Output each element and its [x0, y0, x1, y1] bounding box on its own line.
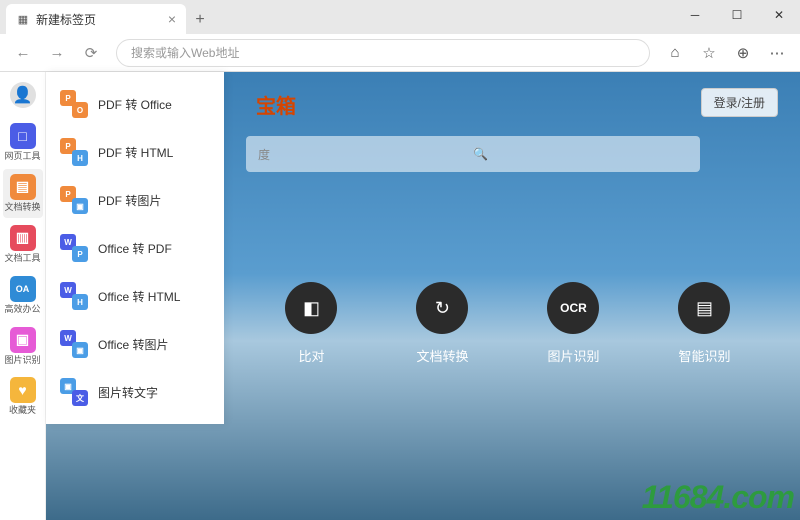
brand-text: 宝箱 [256, 90, 296, 119]
ocr-icon: OCR [547, 282, 599, 334]
flyout-label: PDF 转图片 [98, 192, 161, 209]
forward-button[interactable]: → [42, 38, 72, 68]
flyout-office-to-pdf[interactable]: WP Office 转 PDF [52, 224, 218, 272]
doctools-icon: ▥ [10, 225, 36, 251]
fav-icon: ♥ [10, 377, 36, 403]
sidebar-label: 文档转换 [4, 203, 40, 213]
flyout-office-to-img[interactable]: W▣ Office 转图片 [52, 320, 218, 368]
tile-label: 比对 [298, 346, 324, 365]
feature-tiles: ◧ 比对 ↻ 文档转换 OCR 图片识别 ▤ 智能识别 [246, 282, 770, 365]
flyout-label: Office 转 HTML [98, 288, 180, 305]
close-button[interactable]: ✕ [758, 0, 800, 30]
login-button[interactable]: 登录/注册 [701, 88, 778, 117]
docconvert-flyout: PO PDF 转 Office PH PDF 转 HTML P▣ PDF 转图片… [46, 72, 224, 424]
watermark: 11684.com [642, 479, 794, 516]
tab-title: 新建标签页 [36, 11, 96, 28]
flyout-label: PDF 转 HTML [98, 144, 173, 161]
back-button[interactable]: ← [8, 38, 38, 68]
address-placeholder: 搜索或输入Web地址 [131, 44, 239, 61]
flyout-pdf-to-html[interactable]: PH PDF 转 HTML [52, 128, 218, 176]
window-controls: ─ ☐ ✕ [674, 0, 800, 30]
menu-icon[interactable]: ⋯ [762, 38, 792, 68]
compare-icon: ◧ [285, 282, 337, 334]
flyout-label: 图片转文字 [98, 384, 158, 401]
flyout-office-to-html[interactable]: WH Office 转 HTML [52, 272, 218, 320]
office-to-html-icon: WH [60, 282, 88, 310]
content-area: 👤 □ 网页工具 ▤ 文档转换 ▥ 文档工具 OA 高效办公 ▣ 图片识别 ♥ … [0, 72, 800, 520]
extensions-icon[interactable]: ⊕ [728, 38, 758, 68]
maximize-button[interactable]: ☐ [716, 0, 758, 30]
sidebar-label: 高效办公 [4, 305, 40, 315]
office-to-img-icon: W▣ [60, 330, 88, 358]
imgrec-icon: ▣ [10, 327, 36, 353]
tile-compare[interactable]: ◧ 比对 [285, 282, 337, 365]
pdf-to-img-icon: P▣ [60, 186, 88, 214]
tile-smart[interactable]: ▤ 智能识别 [678, 282, 730, 365]
search-hint: 度 [258, 146, 473, 163]
sidebar-label: 收藏夹 [9, 406, 36, 416]
webtools-icon: □ [10, 123, 36, 149]
pdf-to-office-icon: PO [60, 90, 88, 118]
browser-tab[interactable]: ▦ 新建标签页 × [6, 4, 186, 34]
flyout-pdf-to-img[interactable]: P▣ PDF 转图片 [52, 176, 218, 224]
home-icon[interactable]: ⌂ [660, 38, 690, 68]
tile-convert[interactable]: ↻ 文档转换 [416, 282, 468, 365]
convert-icon: ↻ [416, 282, 468, 334]
docconvert-icon: ▤ [10, 174, 36, 200]
sidebar-item-webtools[interactable]: □ 网页工具 [3, 118, 43, 167]
sidebar-item-doctools[interactable]: ▥ 文档工具 [3, 220, 43, 269]
address-bar[interactable]: 搜索或输入Web地址 [116, 39, 650, 67]
tab-favicon: ▦ [16, 12, 30, 26]
sidebar-label: 图片识别 [4, 356, 40, 366]
sidebar-item-fav[interactable]: ♥ 收藏夹 [3, 372, 43, 421]
new-tab-button[interactable]: + [186, 6, 214, 34]
sidebar-item-office[interactable]: OA 高效办公 [3, 271, 43, 320]
minimize-button[interactable]: ─ [674, 0, 716, 30]
office-icon: OA [10, 276, 36, 302]
page-search[interactable]: 度 🔍 [246, 136, 700, 172]
refresh-button[interactable]: ⟳ [76, 38, 106, 68]
sidebar-label: 网页工具 [4, 152, 40, 162]
flyout-label: Office 转 PDF [98, 240, 172, 257]
search-icon[interactable]: 🔍 [473, 147, 688, 161]
office-to-pdf-icon: WP [60, 234, 88, 262]
left-sidebar: 👤 □ 网页工具 ▤ 文档转换 ▥ 文档工具 OA 高效办公 ▣ 图片识别 ♥ … [0, 72, 46, 520]
tile-ocr[interactable]: OCR 图片识别 [547, 282, 599, 365]
favorite-icon[interactable]: ☆ [694, 38, 724, 68]
tile-label: 智能识别 [678, 346, 730, 365]
tile-label: 图片识别 [547, 346, 599, 365]
flyout-img-to-text[interactable]: ▣文 图片转文字 [52, 368, 218, 416]
sidebar-item-imgrec[interactable]: ▣ 图片识别 [3, 322, 43, 371]
tab-close-icon[interactable]: × [168, 11, 176, 27]
user-avatar[interactable]: 👤 [10, 82, 36, 108]
flyout-label: PDF 转 Office [98, 96, 172, 113]
smart-icon: ▤ [678, 282, 730, 334]
pdf-to-html-icon: PH [60, 138, 88, 166]
sidebar-item-docconvert[interactable]: ▤ 文档转换 [3, 169, 43, 218]
browser-toolbar: ← → ⟳ 搜索或输入Web地址 ⌂ ☆ ⊕ ⋯ [0, 34, 800, 72]
sidebar-label: 文档工具 [4, 254, 40, 264]
flyout-label: Office 转图片 [98, 336, 168, 353]
title-bar: ▦ 新建标签页 × + ─ ☐ ✕ [0, 0, 800, 34]
flyout-pdf-to-office[interactable]: PO PDF 转 Office [52, 80, 218, 128]
tile-label: 文档转换 [416, 346, 468, 365]
img-to-text-icon: ▣文 [60, 378, 88, 406]
